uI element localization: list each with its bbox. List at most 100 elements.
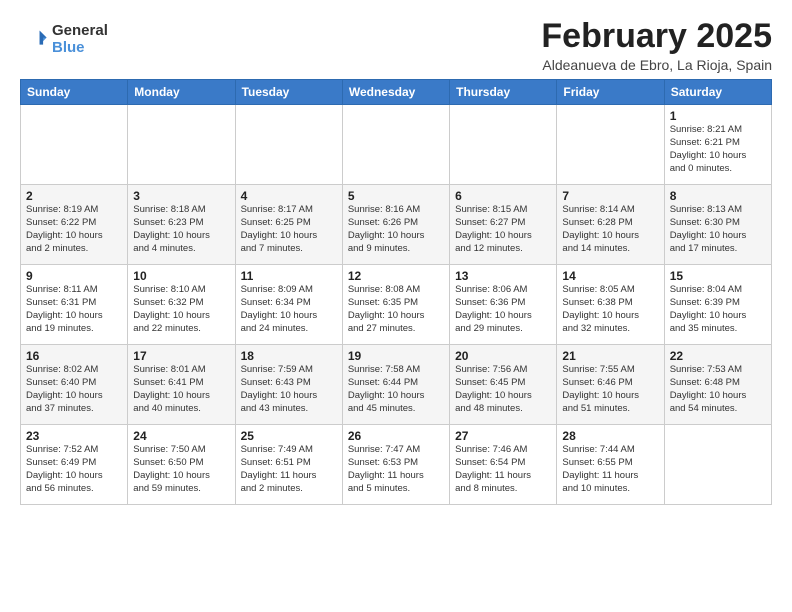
calendar-cell	[664, 425, 771, 505]
day-info: Sunrise: 8:01 AM Sunset: 6:41 PM Dayligh…	[133, 364, 229, 415]
calendar-cell: 11Sunrise: 8:09 AM Sunset: 6:34 PM Dayli…	[235, 265, 342, 345]
page-container: General Blue February 2025 Aldeanueva de…	[0, 0, 792, 515]
calendar-cell: 9Sunrise: 8:11 AM Sunset: 6:31 PM Daylig…	[21, 265, 128, 345]
day-number: 4	[241, 189, 337, 203]
day-info: Sunrise: 7:55 AM Sunset: 6:46 PM Dayligh…	[562, 364, 658, 415]
day-info: Sunrise: 7:53 AM Sunset: 6:48 PM Dayligh…	[670, 364, 766, 415]
weekday-header: Friday	[557, 80, 664, 105]
calendar-cell	[21, 105, 128, 185]
day-info: Sunrise: 7:44 AM Sunset: 6:55 PM Dayligh…	[562, 444, 658, 495]
calendar-cell: 8Sunrise: 8:13 AM Sunset: 6:30 PM Daylig…	[664, 185, 771, 265]
calendar-cell: 18Sunrise: 7:59 AM Sunset: 6:43 PM Dayli…	[235, 345, 342, 425]
day-info: Sunrise: 8:14 AM Sunset: 6:28 PM Dayligh…	[562, 204, 658, 255]
calendar-cell: 19Sunrise: 7:58 AM Sunset: 6:44 PM Dayli…	[342, 345, 449, 425]
day-number: 2	[26, 189, 122, 203]
day-number: 23	[26, 429, 122, 443]
day-info: Sunrise: 8:18 AM Sunset: 6:23 PM Dayligh…	[133, 204, 229, 255]
day-number: 11	[241, 269, 337, 283]
day-number: 7	[562, 189, 658, 203]
day-number: 3	[133, 189, 229, 203]
day-info: Sunrise: 8:17 AM Sunset: 6:25 PM Dayligh…	[241, 204, 337, 255]
calendar-week-row: 9Sunrise: 8:11 AM Sunset: 6:31 PM Daylig…	[21, 265, 772, 345]
day-number: 9	[26, 269, 122, 283]
day-info: Sunrise: 8:11 AM Sunset: 6:31 PM Dayligh…	[26, 284, 122, 335]
day-number: 8	[670, 189, 766, 203]
day-number: 26	[348, 429, 444, 443]
calendar-cell: 2Sunrise: 8:19 AM Sunset: 6:22 PM Daylig…	[21, 185, 128, 265]
day-number: 28	[562, 429, 658, 443]
day-info: Sunrise: 8:05 AM Sunset: 6:38 PM Dayligh…	[562, 284, 658, 335]
day-number: 16	[26, 349, 122, 363]
calendar-cell: 5Sunrise: 8:16 AM Sunset: 6:26 PM Daylig…	[342, 185, 449, 265]
calendar-cell: 23Sunrise: 7:52 AM Sunset: 6:49 PM Dayli…	[21, 425, 128, 505]
day-info: Sunrise: 8:16 AM Sunset: 6:26 PM Dayligh…	[348, 204, 444, 255]
weekday-header: Tuesday	[235, 80, 342, 105]
location: Aldeanueva de Ebro, La Rioja, Spain	[541, 57, 772, 73]
day-info: Sunrise: 8:15 AM Sunset: 6:27 PM Dayligh…	[455, 204, 551, 255]
day-info: Sunrise: 7:46 AM Sunset: 6:54 PM Dayligh…	[455, 444, 551, 495]
day-number: 5	[348, 189, 444, 203]
calendar-cell: 26Sunrise: 7:47 AM Sunset: 6:53 PM Dayli…	[342, 425, 449, 505]
calendar-cell: 22Sunrise: 7:53 AM Sunset: 6:48 PM Dayli…	[664, 345, 771, 425]
day-info: Sunrise: 8:04 AM Sunset: 6:39 PM Dayligh…	[670, 284, 766, 335]
weekday-header: Thursday	[450, 80, 557, 105]
calendar-cell: 6Sunrise: 8:15 AM Sunset: 6:27 PM Daylig…	[450, 185, 557, 265]
calendar-cell	[450, 105, 557, 185]
logo-text: General Blue	[52, 22, 108, 56]
calendar-cell	[342, 105, 449, 185]
calendar-cell: 4Sunrise: 8:17 AM Sunset: 6:25 PM Daylig…	[235, 185, 342, 265]
calendar-cell: 21Sunrise: 7:55 AM Sunset: 6:46 PM Dayli…	[557, 345, 664, 425]
day-info: Sunrise: 7:49 AM Sunset: 6:51 PM Dayligh…	[241, 444, 337, 495]
day-number: 22	[670, 349, 766, 363]
day-number: 20	[455, 349, 551, 363]
calendar-cell: 7Sunrise: 8:14 AM Sunset: 6:28 PM Daylig…	[557, 185, 664, 265]
calendar-cell: 17Sunrise: 8:01 AM Sunset: 6:41 PM Dayli…	[128, 345, 235, 425]
weekday-header-row: SundayMondayTuesdayWednesdayThursdayFrid…	[21, 80, 772, 105]
day-info: Sunrise: 7:50 AM Sunset: 6:50 PM Dayligh…	[133, 444, 229, 495]
day-info: Sunrise: 8:08 AM Sunset: 6:35 PM Dayligh…	[348, 284, 444, 335]
day-number: 25	[241, 429, 337, 443]
day-number: 14	[562, 269, 658, 283]
day-info: Sunrise: 7:52 AM Sunset: 6:49 PM Dayligh…	[26, 444, 122, 495]
day-info: Sunrise: 7:56 AM Sunset: 6:45 PM Dayligh…	[455, 364, 551, 415]
day-info: Sunrise: 8:10 AM Sunset: 6:32 PM Dayligh…	[133, 284, 229, 335]
day-info: Sunrise: 7:59 AM Sunset: 6:43 PM Dayligh…	[241, 364, 337, 415]
calendar-cell: 16Sunrise: 8:02 AM Sunset: 6:40 PM Dayli…	[21, 345, 128, 425]
day-info: Sunrise: 8:02 AM Sunset: 6:40 PM Dayligh…	[26, 364, 122, 415]
weekday-header: Monday	[128, 80, 235, 105]
day-number: 13	[455, 269, 551, 283]
day-number: 17	[133, 349, 229, 363]
day-number: 19	[348, 349, 444, 363]
logo-icon	[20, 25, 48, 53]
calendar-cell: 28Sunrise: 7:44 AM Sunset: 6:55 PM Dayli…	[557, 425, 664, 505]
logo: General Blue	[20, 22, 108, 56]
day-info: Sunrise: 8:06 AM Sunset: 6:36 PM Dayligh…	[455, 284, 551, 335]
day-info: Sunrise: 8:21 AM Sunset: 6:21 PM Dayligh…	[670, 124, 766, 175]
calendar-cell: 10Sunrise: 8:10 AM Sunset: 6:32 PM Dayli…	[128, 265, 235, 345]
calendar-week-row: 2Sunrise: 8:19 AM Sunset: 6:22 PM Daylig…	[21, 185, 772, 265]
day-info: Sunrise: 7:47 AM Sunset: 6:53 PM Dayligh…	[348, 444, 444, 495]
header: General Blue February 2025 Aldeanueva de…	[20, 18, 772, 73]
day-number: 15	[670, 269, 766, 283]
calendar-week-row: 16Sunrise: 8:02 AM Sunset: 6:40 PM Dayli…	[21, 345, 772, 425]
calendar-cell: 24Sunrise: 7:50 AM Sunset: 6:50 PM Dayli…	[128, 425, 235, 505]
day-info: Sunrise: 8:09 AM Sunset: 6:34 PM Dayligh…	[241, 284, 337, 335]
weekday-header: Wednesday	[342, 80, 449, 105]
day-number: 27	[455, 429, 551, 443]
day-number: 1	[670, 109, 766, 123]
calendar-cell: 27Sunrise: 7:46 AM Sunset: 6:54 PM Dayli…	[450, 425, 557, 505]
day-number: 12	[348, 269, 444, 283]
month-title: February 2025	[541, 18, 772, 55]
calendar-cell: 15Sunrise: 8:04 AM Sunset: 6:39 PM Dayli…	[664, 265, 771, 345]
calendar-cell: 3Sunrise: 8:18 AM Sunset: 6:23 PM Daylig…	[128, 185, 235, 265]
weekday-header: Sunday	[21, 80, 128, 105]
day-number: 10	[133, 269, 229, 283]
weekday-header: Saturday	[664, 80, 771, 105]
calendar-cell: 13Sunrise: 8:06 AM Sunset: 6:36 PM Dayli…	[450, 265, 557, 345]
calendar-week-row: 23Sunrise: 7:52 AM Sunset: 6:49 PM Dayli…	[21, 425, 772, 505]
day-number: 21	[562, 349, 658, 363]
day-info: Sunrise: 8:19 AM Sunset: 6:22 PM Dayligh…	[26, 204, 122, 255]
calendar-cell: 14Sunrise: 8:05 AM Sunset: 6:38 PM Dayli…	[557, 265, 664, 345]
day-info: Sunrise: 8:13 AM Sunset: 6:30 PM Dayligh…	[670, 204, 766, 255]
calendar-week-row: 1Sunrise: 8:21 AM Sunset: 6:21 PM Daylig…	[21, 105, 772, 185]
